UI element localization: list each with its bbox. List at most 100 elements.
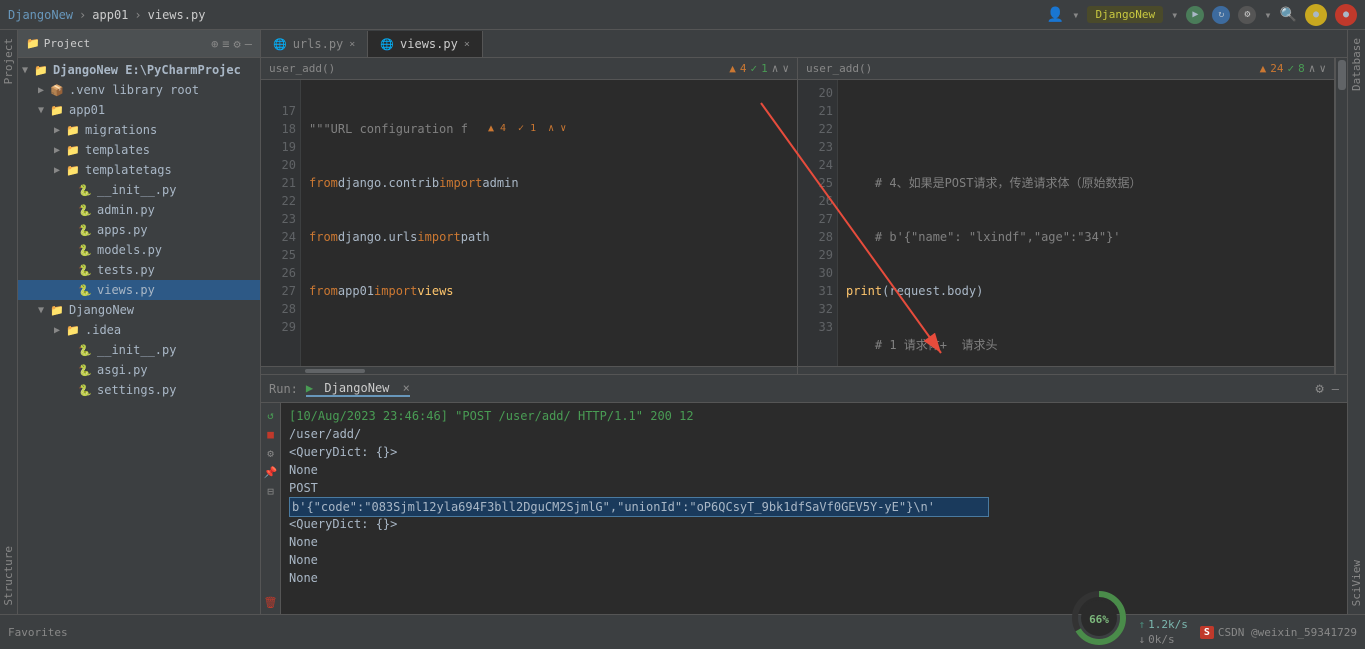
top-bar: DjangoNew › app01 › views.py 👤 ▾ DjangoN… <box>0 0 1365 30</box>
venv-icon: 📦 <box>50 84 66 97</box>
run-output-line: None <box>289 461 1339 479</box>
run-output-highlighted-line: b'{"code":"083Sjml12yla694F3bll2DguCM2Sj… <box>289 497 1339 515</box>
tree-label: templatetags <box>85 163 172 177</box>
stop-icon[interactable]: ■ <box>263 426 279 442</box>
person-icon[interactable]: 👤 <box>1047 7 1064 23</box>
chevron-up-icon[interactable]: ∧ <box>772 62 779 75</box>
run-output[interactable]: [10/Aug/2023 23:46:46] "POST /user/add/ … <box>281 403 1347 614</box>
run-btn[interactable]: ▶ <box>1186 6 1204 24</box>
sciview-label[interactable]: SciView <box>1350 560 1363 606</box>
code-line: # 4、如果是POST请求，传递请求体（原始数据） <box>846 174 1334 192</box>
project-panel: 📁 Project ⊕ ≡ ⚙ — ▼ 📁 DjangoNew E:\PyCha… <box>18 30 261 614</box>
gear-icon[interactable]: ⚙ <box>234 37 241 51</box>
close-tab-views[interactable]: × <box>464 39 470 50</box>
favorites-label[interactable]: Favorites <box>8 626 68 639</box>
run-tab-bar: Run: ▶ DjangoNew × ⚙ — <box>261 375 1347 403</box>
tree-item-admin-py[interactable]: 🐍 admin.py <box>18 200 260 220</box>
tree-label: migrations <box>85 123 157 137</box>
sync-btn[interactable]: ↻ <box>1212 6 1230 24</box>
left-editor-scroll[interactable]: 17 18 19 20 21 22 23 24 25 26 27 28 <box>261 80 797 366</box>
tab-bar: 🌐 urls.py × 🌐 views.py × <box>261 30 1347 58</box>
tree-item-idea[interactable]: ▶ 📁 .idea <box>18 320 260 340</box>
breadcrumb-app01[interactable]: app01 <box>92 8 128 22</box>
folder-icon: 📁 <box>66 124 82 137</box>
right-editor-scroll[interactable]: 20 21 22 23 24 25 26 27 28 29 30 31 <box>798 80 1334 366</box>
django-project-btn[interactable]: DjangoNew <box>1087 6 1163 23</box>
run-output-line: None <box>289 569 1339 587</box>
right-editor-header: user_add() ▲ 24 ✓ 8 ∧ ∨ <box>798 58 1334 80</box>
left-breadcrumb: user_add() <box>269 62 335 75</box>
folder-icon: 📁 <box>50 304 66 317</box>
left-editor-header: user_add() ▲ 4 ✓ 1 ∧ ∨ <box>261 58 797 80</box>
tree-item-templatetags[interactable]: ▶ 📁 templatetags <box>18 160 260 180</box>
folder-icon: 📁 <box>66 324 82 337</box>
tab-views-py[interactable]: 🌐 views.py × <box>368 31 483 57</box>
tree-item-asgi-py[interactable]: 🐍 asgi.py <box>18 360 260 380</box>
tree-item-app01[interactable]: ▼ 📁 app01 <box>18 100 260 120</box>
run-minimize-icon[interactable]: — <box>1332 382 1339 396</box>
warning-icon: ▲ <box>729 62 736 75</box>
sort-icon[interactable]: ≡ <box>222 37 229 51</box>
ok-count2: 8 <box>1298 62 1305 75</box>
filter-icon[interactable]: ⊟ <box>263 483 279 499</box>
project-label[interactable]: Project <box>2 38 15 84</box>
tree-item-models-py[interactable]: 🐍 models.py <box>18 240 260 260</box>
search-icon[interactable]: 🔍 <box>1280 7 1297 23</box>
run-panel: Run: ▶ DjangoNew × ⚙ — ↺ ■ ⚙ 📌 <box>261 374 1347 614</box>
top-bar-right: 👤 ▾ DjangoNew ▾ ▶ ↻ ⚙ ▾ 🔍 ● ● <box>1047 4 1357 26</box>
left-code-content[interactable]: """URL configuration f▲ 4 ✓ 1 ∧ ∨ from d… <box>301 80 797 366</box>
tree-item-init2-py[interactable]: 🐍 __init__.py <box>18 340 260 360</box>
rerun-icon[interactable]: ↺ <box>263 407 279 423</box>
urls-file-icon: 🌐 <box>273 38 287 51</box>
pin-icon[interactable]: 📌 <box>263 464 279 480</box>
sep2: › <box>134 8 141 22</box>
chevron-up-icon2[interactable]: ∧ <box>1309 62 1316 75</box>
tab-label: urls.py <box>293 37 344 51</box>
tree-label: .venv library root <box>69 83 199 97</box>
folder-icon: 📁 <box>66 164 82 177</box>
download-icon: ↓ <box>1139 633 1146 646</box>
tree-item-views-py[interactable]: 🐍 views.py <box>18 280 260 300</box>
tree-label: tests.py <box>97 263 155 277</box>
btn3[interactable]: ⚙ <box>1238 6 1256 24</box>
tree-item-djangonew-sub[interactable]: ▼ 📁 DjangoNew <box>18 300 260 320</box>
py-icon: 🐍 <box>78 284 94 297</box>
panel-header: 📁 Project ⊕ ≡ ⚙ — <box>18 30 260 58</box>
close-run-tab-icon[interactable]: × <box>403 381 410 395</box>
tree-item-settings-py[interactable]: 🐍 settings.py <box>18 380 260 400</box>
red-btn[interactable]: ● <box>1335 4 1357 26</box>
person-dropdown[interactable]: ▾ <box>1072 8 1079 22</box>
tree-item-djangonew-root[interactable]: ▼ 📁 DjangoNew E:\PyCharmProjec <box>18 60 260 80</box>
breadcrumb-django[interactable]: DjangoNew <box>8 8 73 22</box>
tree-item-apps-py[interactable]: 🐍 apps.py <box>18 220 260 240</box>
tree-item-venv[interactable]: ▶ 📦 .venv library root <box>18 80 260 100</box>
dropdown2[interactable]: ▾ <box>1264 8 1271 22</box>
tree-item-tests-py[interactable]: 🐍 tests.py <box>18 260 260 280</box>
tree-item-init-py[interactable]: 🐍 __init__.py <box>18 180 260 200</box>
chevron-down-icon2[interactable]: ∨ <box>1319 62 1326 75</box>
structure-label[interactable]: Structure <box>2 546 15 606</box>
chevron-down-icon[interactable]: ∨ <box>782 62 789 75</box>
split-editor: user_add() ▲ 4 ✓ 1 ∧ ∨ 17 <box>261 58 1347 374</box>
tree-item-templates[interactable]: ▶ 📁 templates <box>18 140 260 160</box>
right-code-content[interactable]: # 4、如果是POST请求，传递请求体（原始数据） # b'{"name": "… <box>838 80 1334 366</box>
code-line: """URL configuration f▲ 4 ✓ 1 ∧ ∨ <box>309 120 789 138</box>
settings-run-icon[interactable]: ⚙ <box>263 445 279 461</box>
run-output-line: None <box>289 533 1339 551</box>
left-editor-pane: user_add() ▲ 4 ✓ 1 ∧ ∨ 17 <box>261 58 798 374</box>
run-tab-djangonew[interactable]: ▶ DjangoNew × <box>306 381 410 397</box>
tab-urls-py[interactable]: 🌐 urls.py × <box>261 31 368 57</box>
project-folder-icon: 📁 <box>34 64 50 77</box>
close-tab-urls[interactable]: × <box>349 39 355 50</box>
add-icon[interactable]: ⊕ <box>211 37 218 51</box>
close-panel-icon[interactable]: — <box>245 37 252 51</box>
py-icon: 🐍 <box>78 184 94 197</box>
run-settings-icon[interactable]: ⚙ <box>1315 381 1323 397</box>
tree-item-migrations[interactable]: ▶ 📁 migrations <box>18 120 260 140</box>
dropdown-arrow[interactable]: ▾ <box>1171 8 1178 22</box>
trash-icon[interactable]: 🗑 <box>263 594 279 610</box>
database-label[interactable]: Database <box>1350 38 1363 91</box>
upload-speed: 1.2k/s <box>1148 618 1188 631</box>
breadcrumb-views[interactable]: views.py <box>148 8 206 22</box>
yellow-btn[interactable]: ● <box>1305 4 1327 26</box>
